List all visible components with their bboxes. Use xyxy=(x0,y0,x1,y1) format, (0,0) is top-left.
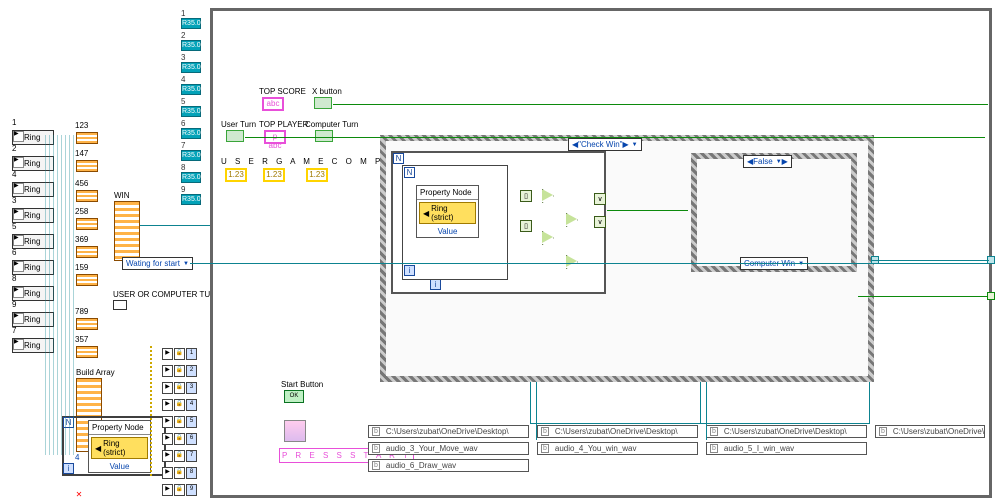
build-cluster-5 xyxy=(76,246,98,258)
xbutton-label: X button xyxy=(312,87,342,96)
start-btn-label: Start Button xyxy=(281,380,323,389)
property-node-inner[interactable]: Property Node ◀Ring (strict) Value xyxy=(416,185,479,238)
user-turn-terminal[interactable] xyxy=(226,130,244,142)
wire-path-h1 xyxy=(530,423,870,424)
const-789: 789 xyxy=(75,307,88,316)
num-ind-1[interactable]: R35.0 xyxy=(181,18,201,29)
inner-case-selector[interactable]: ◀ False ▼ ▶ xyxy=(743,155,792,168)
win-array xyxy=(114,201,140,261)
build-cluster-3 xyxy=(76,190,98,202)
const-147: 147 xyxy=(75,149,88,158)
num-ind-4[interactable]: R35.0 xyxy=(181,84,201,95)
compare-eq-4 xyxy=(566,255,577,267)
computer-turn-terminal[interactable] xyxy=(315,130,333,142)
start-button-terminal[interactable]: OK xyxy=(284,390,304,403)
subvi-icon[interactable] xyxy=(284,420,306,442)
num-ind-6[interactable]: R35.0 xyxy=(181,128,201,139)
path-audio3[interactable]: audio_3_Your_Move_wav xyxy=(368,442,529,455)
prop-ring-arrow: ◀ xyxy=(95,444,101,453)
user-cluster[interactable]: 1.23 xyxy=(225,168,247,182)
num-ind-7[interactable]: R35.0 xyxy=(181,150,201,161)
compare-eq-3 xyxy=(566,213,577,225)
xbutton-terminal[interactable] xyxy=(314,97,332,109)
lock-rows: ▶🔒1 ▶🔒2 ▶🔒3 ▶🔒4 ▶🔒5 ▶🔒6 ▶🔒7 ▶🔒8 ▶🔒9 xyxy=(162,348,197,496)
build-cluster-7 xyxy=(76,318,98,330)
path-base-4[interactable]: C:\Users\zubat\OneDrive\Desktop\ xyxy=(875,425,985,438)
compare-eq-2 xyxy=(542,231,553,243)
num-ind-9[interactable]: R35.0 xyxy=(181,194,201,205)
property-node-left[interactable]: Property Node ◀Ring (strict) Value xyxy=(88,420,151,473)
build-cluster-4 xyxy=(76,218,98,230)
broken-wire-1: ✕ xyxy=(72,490,86,499)
num-ind-8[interactable]: R35.0 xyxy=(181,172,201,183)
const-456: 456 xyxy=(75,179,88,188)
win-label: WIN xyxy=(114,191,130,200)
build-cluster-6 xyxy=(76,274,98,286)
prop-idx-4: 4 xyxy=(75,453,79,462)
top-score-label: TOP SCORE xyxy=(259,87,306,96)
const-159: 159 xyxy=(75,263,88,272)
path-audio4[interactable]: audio_4_You_win_wav xyxy=(537,442,698,455)
wire-path-3 xyxy=(700,382,701,423)
num-ind-2[interactable]: R35.0 xyxy=(181,40,201,51)
and-gate-2: ∨ xyxy=(594,216,606,228)
wire-case-out xyxy=(871,260,989,261)
index-array-gate-2: ▯ xyxy=(520,220,532,232)
uct-terminal xyxy=(113,300,127,310)
wire-case-out2 xyxy=(858,296,988,297)
num-ind-5[interactable]: R35.0 xyxy=(181,106,201,117)
const-123: 123 xyxy=(75,121,88,130)
path-audio5[interactable]: audio_5_I_win_wav xyxy=(706,442,867,455)
tunnel-right-2 xyxy=(987,292,995,300)
wire-userturn xyxy=(245,137,985,138)
user-turn-label: User Turn xyxy=(221,120,256,129)
const-357: 357 xyxy=(75,335,88,344)
inner-forloop2-n: N xyxy=(404,167,415,178)
num-ind-3[interactable]: R35.0 xyxy=(181,62,201,73)
inner-forloop-n: N xyxy=(393,153,404,164)
build-cluster-2 xyxy=(76,160,98,172)
wire-path-5 xyxy=(869,382,870,423)
path-base-2[interactable]: C:\Users\zubat\OneDrive\Desktop\ xyxy=(537,425,698,438)
inner-forloop-i: i xyxy=(430,279,441,290)
top-player-label: TOP PLAYER xyxy=(259,120,308,129)
cluster-wire xyxy=(150,346,152,476)
computer-cluster[interactable]: 1.23 xyxy=(306,168,328,182)
build-cluster-1 xyxy=(76,132,98,144)
top-score-terminal[interactable]: abc xyxy=(262,97,284,111)
forloop-i-lower: i xyxy=(63,463,74,474)
index-array-gate-1: ▯ xyxy=(520,190,532,202)
wire-path-2 xyxy=(536,382,537,440)
game-cluster[interactable]: 1.23 xyxy=(263,168,285,182)
uct-label: USER OR COMPUTER TURN xyxy=(113,290,222,299)
path-base-1[interactable]: C:\Users\zubat\OneDrive\Desktop\ xyxy=(368,425,529,438)
wire-xbtn xyxy=(333,104,988,105)
ring-fanout-wires xyxy=(42,135,75,455)
compare-eq-1 xyxy=(542,189,553,201)
ring-text: Ring xyxy=(24,133,40,142)
prop-title: Property Node xyxy=(89,421,150,435)
build-cluster-8 xyxy=(76,346,98,358)
const-258: 258 xyxy=(75,207,88,216)
and-gate-1: ∨ xyxy=(594,193,606,205)
buildarray-label: Build Array xyxy=(76,368,115,377)
path-audio6[interactable]: audio_6_Draw_wav xyxy=(368,459,529,472)
path-base-3[interactable]: C:\Users\zubat\OneDrive\Desktop\ xyxy=(706,425,867,438)
wire-path-4 xyxy=(706,382,707,440)
state-case-selector[interactable]: ◀ "Check Win" ▶▼ xyxy=(568,138,642,151)
computer-turn-label: Computer Turn xyxy=(305,120,358,129)
wire-gate-out xyxy=(607,210,688,211)
inner-forloop2-i: i xyxy=(404,265,415,276)
state-waiting[interactable]: Wating for start▼ xyxy=(122,257,193,270)
const-369: 369 xyxy=(75,235,88,244)
wire-path-1 xyxy=(530,382,531,423)
wire-win xyxy=(140,225,210,226)
inner-case-win xyxy=(691,153,857,272)
wire-state xyxy=(190,263,990,264)
